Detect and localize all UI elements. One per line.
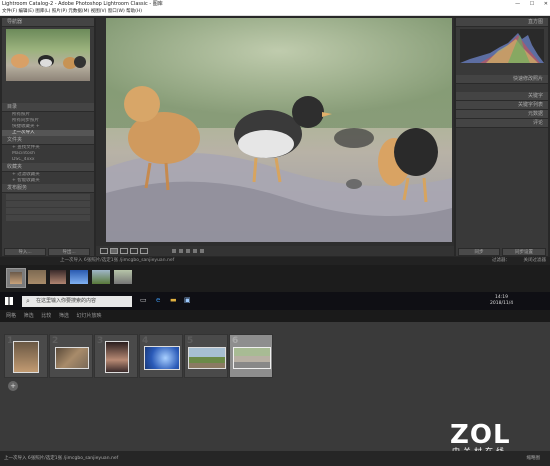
main-view	[96, 18, 454, 246]
histogram-graph	[460, 33, 544, 63]
cell-number: 2	[52, 336, 59, 346]
histogram-header[interactable]: 直方图	[456, 18, 548, 27]
grid-cell-selected[interactable]: 6	[229, 334, 273, 378]
filmstrip-thumb[interactable]	[50, 270, 66, 284]
filmstrip-thumb[interactable]	[28, 270, 46, 284]
photo-thumbnail	[233, 347, 271, 369]
collections-header[interactable]: 收藏夹	[2, 163, 94, 172]
sync-settings-button[interactable]: 同步设置	[502, 248, 546, 256]
main-photo[interactable]	[106, 18, 452, 242]
navigator-header[interactable]: 导航器	[2, 18, 94, 27]
add-icon[interactable]: +	[8, 381, 18, 391]
clock[interactable]: 14:19 2018/11/4	[490, 295, 513, 307]
grid-cell[interactable]: 4	[139, 334, 183, 378]
photo-thumbnail	[188, 347, 226, 369]
view-tabs: 网格 筛选 比较 筛选 幻灯片放映	[0, 310, 550, 322]
filmstrip-bar: 上一次导入 6张照片/选定1张 /jimcgbo_sanjieyuan.nef …	[0, 257, 550, 265]
filmstrip	[0, 265, 550, 292]
import-button[interactable]: 导入...	[4, 248, 46, 256]
tab-filter-2[interactable]: 筛选	[59, 313, 69, 319]
tab-compare[interactable]: 比较	[41, 313, 51, 319]
photo-thumbnail	[144, 346, 180, 370]
grid-cell[interactable]: 5	[184, 334, 228, 378]
publish-header[interactable]: 发布服务	[2, 184, 94, 193]
edge-icon[interactable]: e	[156, 296, 160, 304]
photo-thumbnail	[55, 347, 89, 369]
navigator-preview[interactable]	[6, 29, 90, 81]
folder-icon[interactable]: ▬	[170, 296, 177, 304]
people-view-icon[interactable]	[140, 248, 148, 254]
clock-date: 2018/11/4	[490, 301, 514, 306]
lightroom-icon[interactable]: ▣	[184, 296, 191, 304]
menu-bar[interactable]: 文件(F) 编辑(E) 图库(L) 照片(P) 元数据(M) 视图(V) 窗口(…	[0, 8, 550, 16]
cell-number: 6	[232, 336, 239, 346]
filmstrip-label: 上一次导入 6张照片/选定1张 /jimcgbo_sanjieyuan.nef	[60, 258, 175, 263]
left-panel: 导航器 目录 所有照片 所有同步照片 快捷收藏夹 + 上一次导入 文件夹 + 查…	[2, 18, 94, 256]
folders-header[interactable]: 文件夹	[2, 136, 94, 145]
navigator-thumbnail-image	[11, 54, 86, 69]
filter-value[interactable]: 关闭过滤器	[524, 257, 547, 265]
loupe-view-icon[interactable]	[110, 248, 118, 254]
rating-stars[interactable]	[172, 249, 204, 253]
publish-item[interactable]	[6, 208, 90, 214]
survey-view-icon[interactable]	[130, 248, 138, 254]
grid-cell[interactable]: 3	[94, 334, 138, 378]
grid-view-icon[interactable]	[100, 248, 108, 254]
task-view-icon[interactable]: ▭	[140, 296, 147, 304]
window-controls: — ☐ ✕	[507, 0, 548, 8]
minimize-button[interactable]: —	[515, 1, 520, 7]
histogram	[460, 29, 544, 63]
tab-filter[interactable]: 筛选	[24, 313, 34, 319]
footer-right[interactable]: 缩略图	[527, 451, 541, 466]
filmstrip-thumb[interactable]	[114, 270, 132, 284]
comments-header[interactable]: 评论	[456, 119, 548, 128]
grid-cell[interactable]: 1	[4, 334, 48, 378]
cell-number: 3	[97, 336, 104, 346]
tab-grid[interactable]: 网格	[6, 313, 16, 319]
keyword-list-header[interactable]: 关键字列表	[456, 101, 548, 110]
window-title: Lightroom Catalog-2 - Adobe Photoshop Li…	[0, 0, 550, 8]
photo-thumbnail	[13, 341, 39, 373]
metadata-header[interactable]: 元数据	[456, 110, 548, 119]
publish-item[interactable]	[6, 215, 90, 221]
filmstrip-thumb[interactable]	[70, 270, 88, 284]
tab-slideshow[interactable]: 幻灯片放映	[76, 313, 101, 319]
photo-thumbnail	[105, 341, 129, 373]
search-icon: ⌕	[26, 297, 30, 305]
maximize-button[interactable]: ☐	[530, 1, 534, 7]
grid-cell[interactable]: 2	[49, 334, 93, 378]
close-button[interactable]: ✕	[544, 1, 548, 7]
cell-number: 5	[187, 336, 194, 346]
right-panel: 直方图 快速修改照片 关键字 关键字列表 元数据 评论	[456, 18, 548, 256]
export-button[interactable]: 导出...	[48, 248, 90, 256]
view-toolbar	[96, 246, 454, 256]
cell-number: 4	[142, 336, 149, 346]
quick-develop-header[interactable]: 快速修改照片	[456, 75, 548, 84]
filmstrip-thumb[interactable]	[92, 270, 110, 284]
catalog-header[interactable]: 目录	[2, 103, 94, 112]
publish-item[interactable]	[6, 194, 90, 200]
status-footer: 上一次导入 6张照片/选定1张 /jimcgbo_sanjieyuan.nef …	[0, 451, 550, 466]
footer-text: 上一次导入 6张照片/选定1张 /jimcgbo_sanjieyuan.nef	[4, 456, 119, 461]
filmstrip-thumb[interactable]	[6, 268, 26, 288]
filter-label: 过滤器：	[492, 258, 510, 263]
compare-view-icon[interactable]	[120, 248, 128, 254]
taskbar-search-input[interactable]: 在这里输入你要搜索的内容	[22, 296, 132, 307]
publish-item[interactable]	[6, 201, 90, 207]
windows-start-icon[interactable]	[5, 297, 13, 305]
keywording-header[interactable]: 关键字	[456, 92, 548, 101]
sync-button[interactable]: 同步	[458, 248, 500, 256]
